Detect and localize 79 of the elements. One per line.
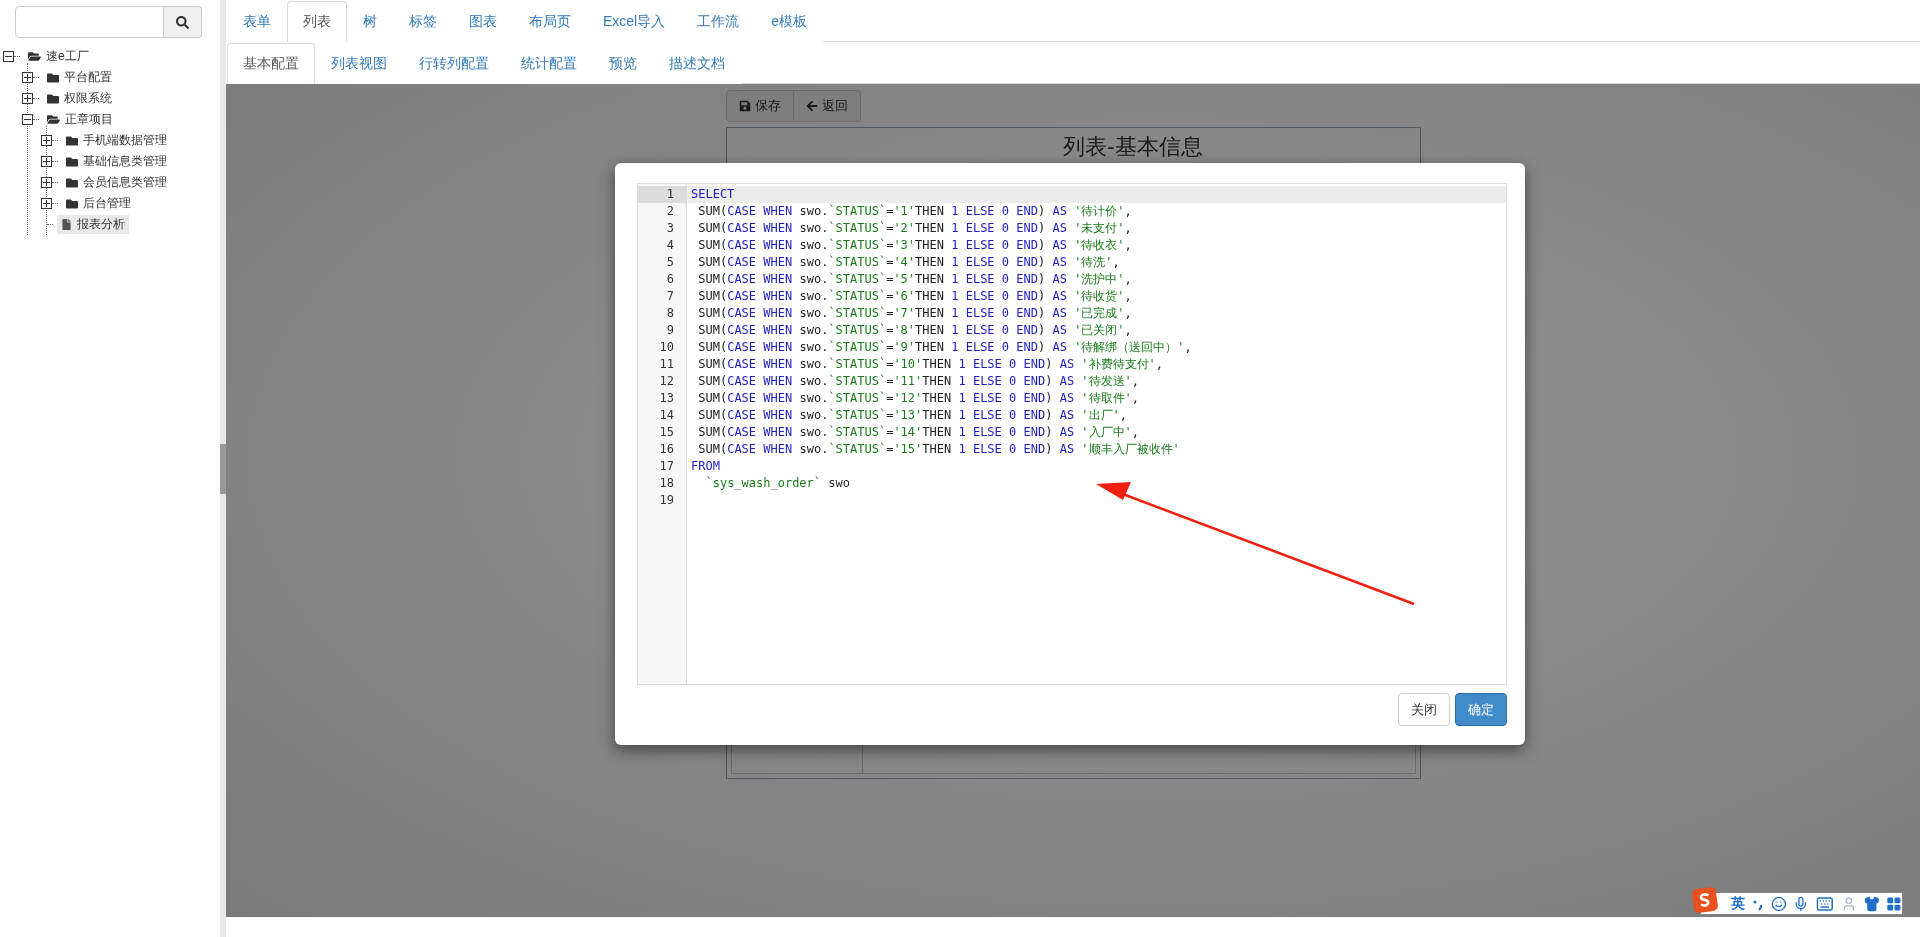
folder-open-icon — [28, 50, 41, 63]
line-number: 19 — [658, 492, 675, 509]
grid-icon[interactable] — [1886, 895, 1902, 912]
tab[interactable]: 列表 — [287, 1, 347, 42]
line-number: 7 — [665, 288, 675, 305]
tree-item[interactable]: 基础信息类管理 — [62, 152, 171, 171]
line-number: 10 — [658, 339, 675, 356]
tree-item[interactable]: 正章项目 — [43, 110, 117, 129]
code-line: FROM — [690, 458, 721, 475]
line-number: 4 — [665, 237, 675, 254]
tab[interactable]: 基本配置 — [227, 43, 315, 84]
close-button[interactable]: 关闭 — [1398, 693, 1450, 726]
back-arrow-icon — [805, 100, 818, 112]
code-line: SUM(CASE WHEN swo.`STATUS`='7'THEN 1 ELSE 0 END) AS '已完成', — [697, 305, 1133, 322]
confirm-button[interactable]: 确定 — [1455, 693, 1507, 726]
line-number: 6 — [665, 271, 675, 288]
line-number: 15 — [658, 424, 675, 441]
line-number: 1 — [638, 186, 686, 203]
line-number: 5 — [665, 254, 675, 271]
tree-item[interactable]: 速e工厂 — [24, 47, 93, 66]
keyboard-icon[interactable] — [1816, 894, 1834, 913]
line-number: 16 — [658, 441, 675, 458]
code-line: SUM(CASE WHEN swo.`STATUS`='15'THEN 1 ELSE 0 END) AS '顺丰入厂被收件' — [697, 441, 1181, 458]
line-number: 9 — [665, 322, 675, 339]
line-number: 12 — [658, 373, 675, 390]
collapse-toggle[interactable] — [3, 51, 14, 62]
line-number: 17 — [658, 458, 675, 475]
line-number: 18 — [658, 475, 675, 492]
line-number: 2 — [665, 203, 675, 220]
line-number: 14 — [658, 407, 675, 424]
folder-open-icon — [47, 113, 60, 126]
smiley-icon[interactable] — [1770, 895, 1787, 912]
tree-item[interactable]: 手机端数据管理 — [62, 131, 171, 150]
code-line: SUM(CASE WHEN swo.`STATUS`='11'THEN 1 ELSE 0 END) AS '待发送', — [697, 373, 1141, 390]
expand-toggle[interactable] — [41, 198, 52, 209]
code-line: SUM(CASE WHEN swo.`STATUS`='12'THEN 1 ELSE 0 END) AS '待取件', — [697, 390, 1141, 407]
line-number: 13 — [658, 390, 675, 407]
expand-toggle[interactable] — [41, 135, 52, 146]
tree-item[interactable]: 会员信息类管理 — [62, 173, 171, 192]
line-number: 11 — [658, 356, 675, 373]
code-line: SUM(CASE WHEN swo.`STATUS`='13'THEN 1 ELSE 0 END) AS '出厂', — [697, 407, 1129, 424]
code-line: SUM(CASE WHEN swo.`STATUS`='9'THEN 1 ELSE 0 END) AS '待解绑（送回中）', — [697, 339, 1193, 356]
code-line: SUM(CASE WHEN swo.`STATUS`='2'THEN 1 ELSE 0 END) AS '未支付', — [697, 220, 1133, 237]
file-icon — [61, 219, 72, 230]
folder-icon — [66, 176, 78, 189]
code-editor[interactable] — [637, 183, 1507, 685]
folder-icon — [47, 71, 59, 84]
tree-item[interactable]: 权限系统 — [43, 89, 116, 108]
shirt-icon[interactable] — [1863, 895, 1880, 912]
save-icon — [738, 100, 751, 112]
code-line: SUM(CASE WHEN swo.`STATUS`='14'THEN 1 ELSE 0 END) AS '入厂中', — [697, 424, 1141, 441]
search-button[interactable] — [164, 6, 202, 38]
save-button[interactable]: 保存 — [725, 90, 794, 122]
code-line: SUM(CASE WHEN swo.`STATUS`='4'THEN 1 ELSE 0 END) AS '待洗', — [697, 254, 1121, 271]
search-icon — [176, 15, 189, 29]
code-line: SUM(CASE WHEN swo.`STATUS`='10'THEN 1 ELSE 0 END) AS '补费待支付', — [697, 356, 1165, 373]
folder-icon — [66, 134, 78, 147]
collapse-toggle[interactable] — [22, 114, 33, 125]
folder-icon — [66, 155, 78, 168]
folder-icon — [66, 197, 78, 210]
code-line: SUM(CASE WHEN swo.`STATUS`='6'THEN 1 ELSE 0 END) AS '待收货', — [697, 288, 1133, 305]
folder-icon — [47, 92, 59, 105]
tree-item[interactable]: 报表分析 — [57, 215, 129, 234]
input-mode-toggle[interactable]: 英 — [1731, 894, 1745, 913]
code-line: SUM(CASE WHEN swo.`STATUS`='5'THEN 1 ELSE 0 END) AS '洗护中', — [697, 271, 1133, 288]
back-button[interactable]: 返回 — [793, 90, 861, 122]
code-line: SUM(CASE WHEN swo.`STATUS`='8'THEN 1 ELSE 0 END) AS '已关闭', — [697, 322, 1133, 339]
expand-toggle[interactable] — [22, 93, 33, 104]
expand-toggle[interactable] — [22, 72, 33, 83]
expand-toggle[interactable] — [41, 177, 52, 188]
expand-toggle[interactable] — [41, 156, 52, 167]
code-line: SUM(CASE WHEN swo.`STATUS`='1'THEN 1 ELSE 0 END) AS '待计价', — [697, 203, 1133, 220]
line-number: 3 — [665, 220, 675, 237]
line-number: 8 — [665, 305, 675, 322]
search-field[interactable] — [15, 6, 164, 38]
code-line: `sys_wash_order` swo — [704, 475, 851, 492]
code-line: SUM(CASE WHEN swo.`STATUS`='3'THEN 1 ELSE 0 END) AS '待收衣', — [697, 237, 1133, 254]
tree-item[interactable]: 平台配置 — [43, 68, 116, 87]
tree-item[interactable]: 后台管理 — [62, 194, 135, 213]
